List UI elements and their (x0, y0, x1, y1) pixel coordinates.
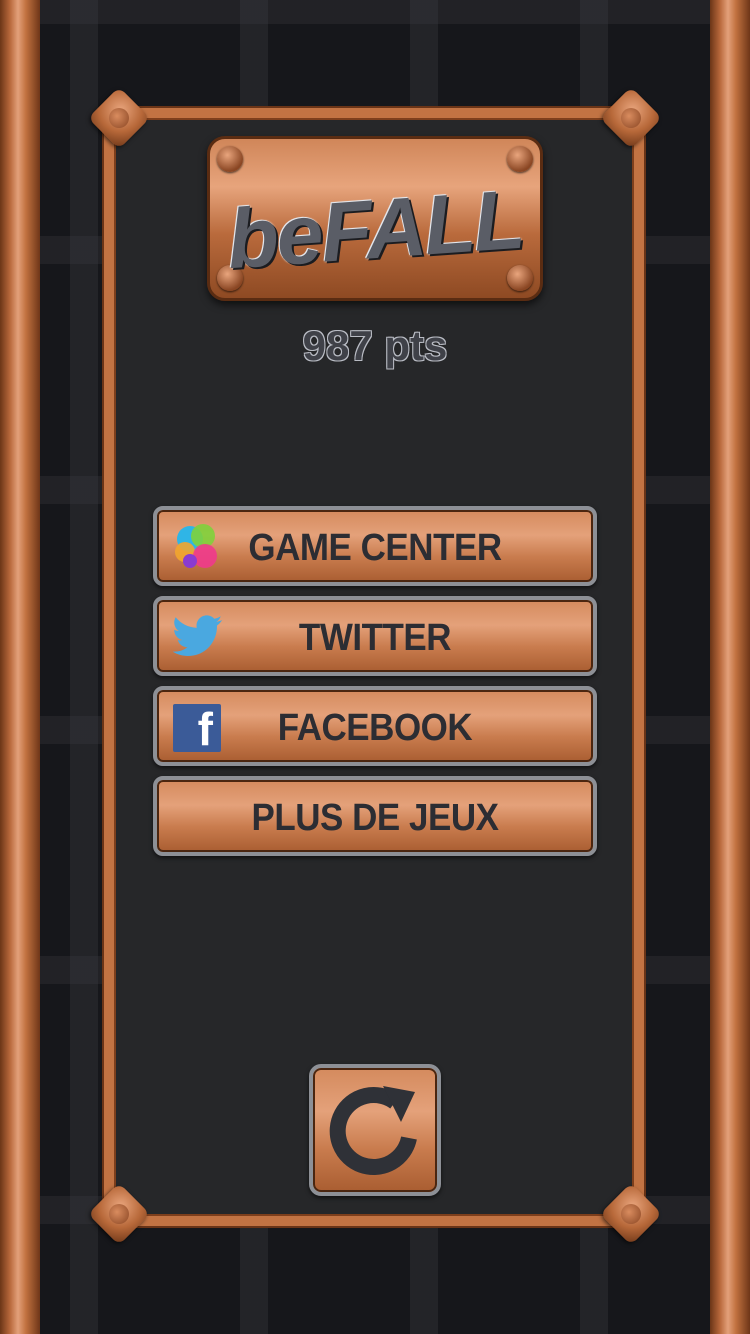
logo-plate: beFALL (207, 136, 543, 301)
replay-button[interactable] (309, 1064, 441, 1196)
plate-screw (217, 146, 243, 172)
more-games-button[interactable]: PLUS DE JEUX (153, 776, 597, 856)
replay-arrow-icon (329, 1086, 417, 1175)
facebook-button[interactable]: f FACEBOOK (153, 686, 597, 766)
game-center-button[interactable]: GAME CENTER (153, 506, 597, 586)
left-copper-pipe (0, 0, 40, 1334)
right-copper-pipe (710, 0, 750, 1334)
plate-screw (507, 265, 533, 291)
twitter-label: TWITTER (298, 617, 452, 659)
facebook-label: FACEBOOK (277, 707, 473, 749)
plate-screw (507, 146, 533, 172)
game-logo: beFALL (224, 171, 526, 287)
more-games-label: PLUS DE JEUX (251, 797, 499, 839)
twitter-button[interactable]: TWITTER (153, 596, 597, 676)
game-center-label: GAME CENTER (248, 527, 502, 569)
score-text: 987 pts (302, 322, 448, 369)
